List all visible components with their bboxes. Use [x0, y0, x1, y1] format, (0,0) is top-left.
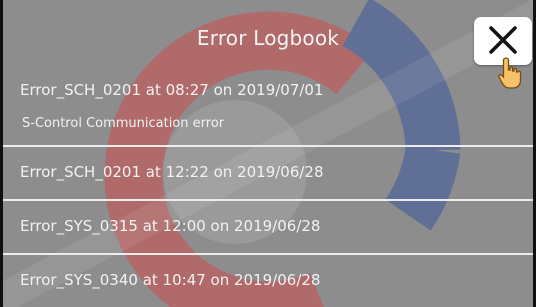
- dialog-title: Error Logbook: [196, 26, 340, 50]
- log-entry[interactable]: Error_SCH_0201 at 12:22 on 2019/06/28: [3, 147, 533, 199]
- close-x-icon: [489, 26, 517, 54]
- log-entry-description: S-Control Communication error: [22, 116, 225, 131]
- log-entry[interactable]: Error_SCH_0201 at 08:27 on 2019/07/01 S-…: [3, 68, 533, 145]
- log-entry-title: Error_SYS_0340 at 10:47 on 2019/06/28: [20, 271, 321, 289]
- log-entry-title: Error_SYS_0315 at 12:00 on 2019/06/28: [20, 217, 321, 235]
- error-logbook-dialog: Error Logbook Error_SCH_0201 at 08:27 on…: [0, 0, 536, 307]
- error-log-list: Error_SCH_0201 at 08:27 on 2019/07/01 S-…: [3, 68, 533, 307]
- log-entry[interactable]: Error_SYS_0340 at 10:47 on 2019/06/28: [3, 255, 533, 307]
- log-entry-title: Error_SCH_0201 at 08:27 on 2019/07/01: [20, 81, 324, 99]
- log-entry[interactable]: Error_SYS_0315 at 12:00 on 2019/06/28: [3, 201, 533, 253]
- log-entry-title: Error_SCH_0201 at 12:22 on 2019/06/28: [20, 163, 324, 181]
